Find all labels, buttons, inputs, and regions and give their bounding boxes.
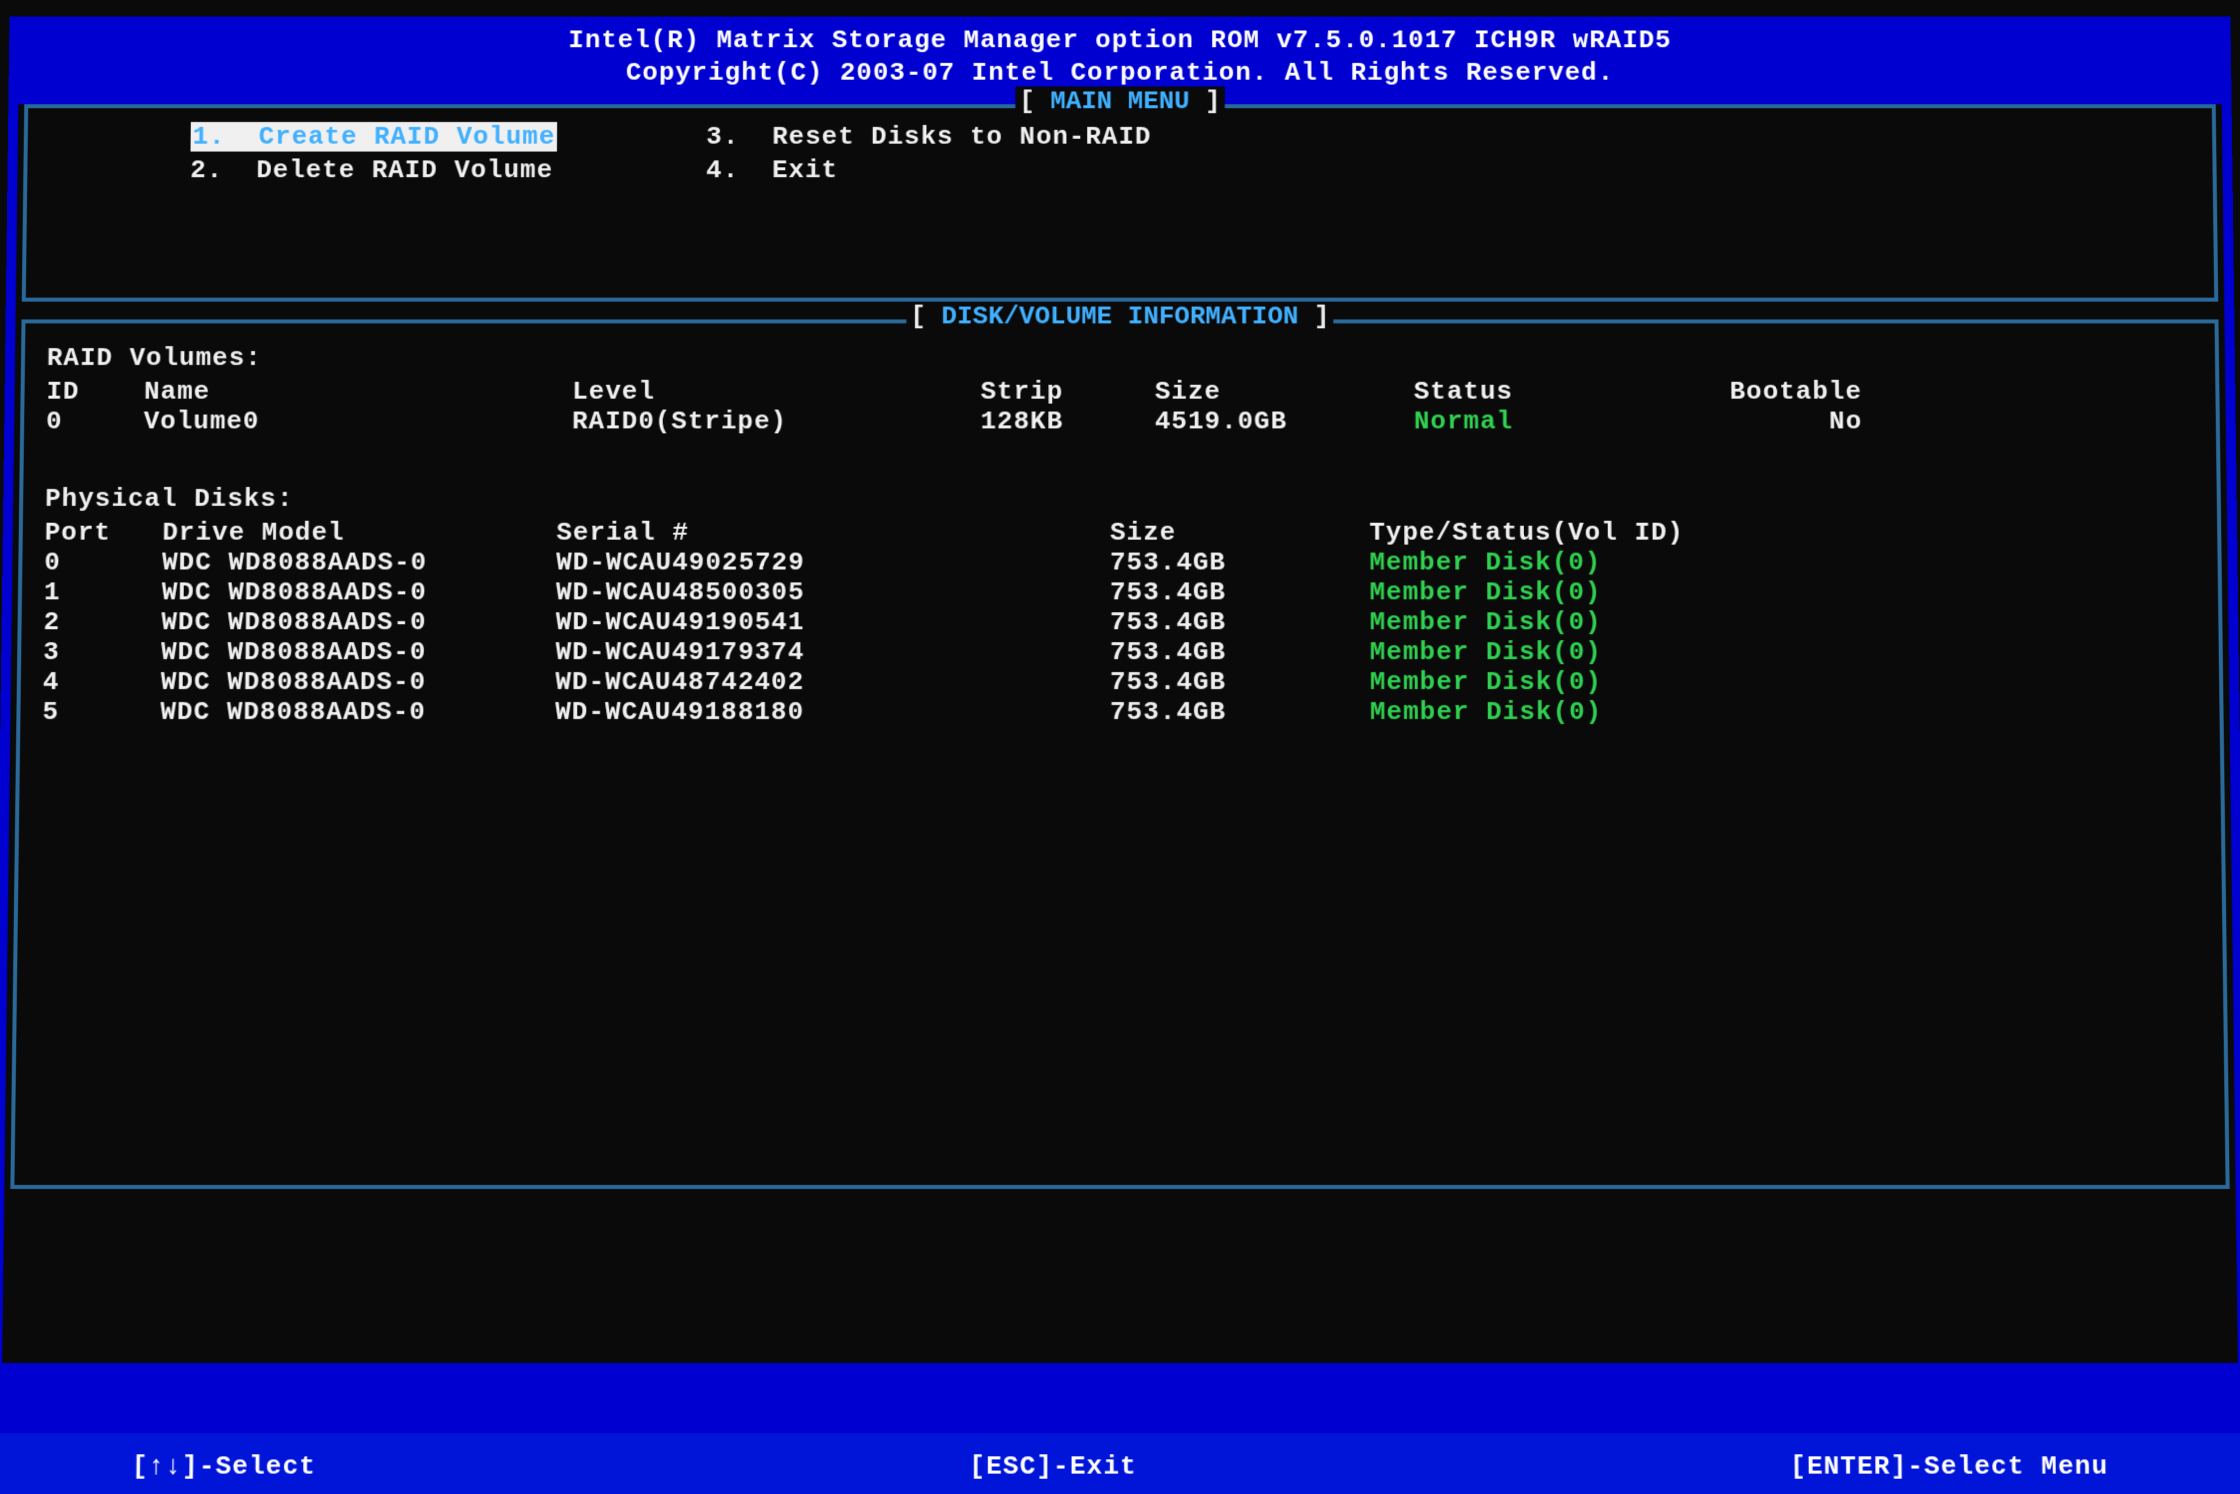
vol-data-row: 0 Volume0 RAID0(Stripe) 128KB 4519.0GB N… — [46, 407, 2194, 437]
vol-header-row: ID Name Level Strip Size Status Bootable — [46, 377, 2193, 407]
disk-size: 753.4GB — [1110, 667, 1370, 697]
disk-type-status: Member Disk(0) — [1369, 548, 1848, 578]
disk-port: 0 — [44, 548, 162, 578]
vol-col-id: ID — [46, 377, 144, 407]
hint-select: [↑↓]-Select — [0, 1451, 457, 1481]
vol-col-strip: Strip — [981, 377, 1155, 407]
disk-type-status: Member Disk(0) — [1370, 577, 1849, 607]
main-menu-box: [ MAIN MENU ] 1. Create RAID Volume 2. D… — [22, 104, 2219, 301]
disk-serial: WD-WCAU48742402 — [555, 667, 1110, 697]
disk-model: WDC WD8088AADS-0 — [162, 548, 556, 578]
disk-serial: WD-WCAU49190541 — [556, 607, 1110, 637]
disk-col-port: Port — [45, 518, 163, 548]
disk-col-serial: Serial # — [556, 518, 1110, 548]
disk-type-status: Member Disk(0) — [1370, 607, 1849, 637]
disk-port: 4 — [43, 667, 161, 697]
disk-row: 1WDC WD8088AADS-0WD-WCAU48500305753.4GBM… — [44, 577, 2196, 607]
header-line1: Intel(R) Matrix Storage Manager option R… — [9, 25, 2231, 57]
disk-port: 5 — [42, 697, 160, 727]
menu-item-create-raid-volume[interactable]: 1. Create RAID Volume — [191, 122, 558, 152]
disk-size: 753.4GB — [1110, 697, 1370, 727]
vol-col-name: Name — [144, 377, 572, 407]
disk-model: WDC WD8088AADS-0 — [162, 577, 557, 607]
menu-item-exit[interactable]: 4. Exit — [706, 155, 1151, 185]
disk-header-row: Port Drive Model Serial # Size Type/Stat… — [45, 518, 2196, 548]
raid-volumes-label: RAID Volumes: — [47, 343, 2194, 373]
disk-col-type: Type/Status(Vol ID) — [1369, 518, 1848, 548]
info-title: [ DISK/VOLUME INFORMATION ] — [906, 302, 1333, 332]
hint-enter: [ENTER]-Select Menu — [1649, 1451, 2240, 1481]
vol-status: Normal — [1414, 407, 1673, 437]
disk-serial: WD-WCAU48500305 — [556, 577, 1110, 607]
disk-row: 2WDC WD8088AADS-0WD-WCAU49190541753.4GBM… — [43, 607, 2196, 637]
disk-type-status: Member Disk(0) — [1370, 697, 1850, 727]
disk-model: WDC WD8088AADS-0 — [161, 667, 556, 697]
disk-col-model: Drive Model — [162, 518, 556, 548]
disk-type-status: Member Disk(0) — [1370, 667, 1850, 697]
disk-row: 5WDC WD8088AADS-0WD-WCAU49188180753.4GBM… — [42, 697, 2197, 727]
disk-row: 3WDC WD8088AADS-0WD-WCAU49179374753.4GBM… — [43, 637, 2197, 667]
disk-model: WDC WD8088AADS-0 — [161, 637, 556, 667]
disk-row: 0WDC WD8088AADS-0WD-WCAU49025729753.4GBM… — [44, 548, 2196, 578]
header-line2: Copyright(C) 2003-07 Intel Corporation. … — [9, 57, 2232, 89]
main-menu-title: [ MAIN MENU ] — [1015, 87, 1224, 117]
disk-size: 753.4GB — [1110, 577, 1370, 607]
disk-port: 1 — [44, 577, 162, 607]
disk-serial: WD-WCAU49179374 — [556, 637, 1110, 667]
disk-model: WDC WD8088AADS-0 — [161, 607, 556, 637]
physical-disks-label: Physical Disks: — [45, 484, 2195, 514]
disk-serial: WD-WCAU49025729 — [556, 548, 1110, 578]
disk-col-size: Size — [1110, 518, 1369, 548]
vol-col-bootable: Bootable — [1673, 377, 1862, 407]
disk-row: 4WDC WD8088AADS-0WD-WCAU48742402753.4GBM… — [43, 667, 2198, 697]
hint-esc: [ESC]-Exit — [828, 1451, 1278, 1481]
disk-volume-info-box: [ DISK/VOLUME INFORMATION ] RAID Volumes… — [10, 319, 2229, 1189]
disk-size: 753.4GB — [1110, 548, 1369, 578]
raid-volumes-table: ID Name Level Strip Size Status Bootable… — [46, 377, 2194, 436]
disk-port: 2 — [43, 607, 161, 637]
menu-item-delete-raid-volume[interactable]: 2. Delete RAID Volume — [190, 155, 557, 185]
physical-disks-table: Port Drive Model Serial # Size Type/Stat… — [42, 518, 2197, 727]
disk-size: 753.4GB — [1110, 607, 1370, 637]
footer-bar: [↑↓]-Select [ESC]-Exit [ENTER]-Select Me… — [0, 1433, 2240, 1494]
vol-col-size: Size — [1155, 377, 1414, 407]
disk-port: 3 — [43, 637, 161, 667]
disk-type-status: Member Disk(0) — [1370, 637, 1850, 667]
disk-model: WDC WD8088AADS-0 — [160, 697, 555, 727]
disk-size: 753.4GB — [1110, 637, 1370, 667]
vol-col-level: Level — [572, 377, 980, 407]
menu-item-reset-disks[interactable]: 3. Reset Disks to Non-RAID — [706, 122, 1151, 152]
disk-serial: WD-WCAU49188180 — [555, 697, 1110, 727]
vol-col-status: Status — [1414, 377, 1673, 407]
